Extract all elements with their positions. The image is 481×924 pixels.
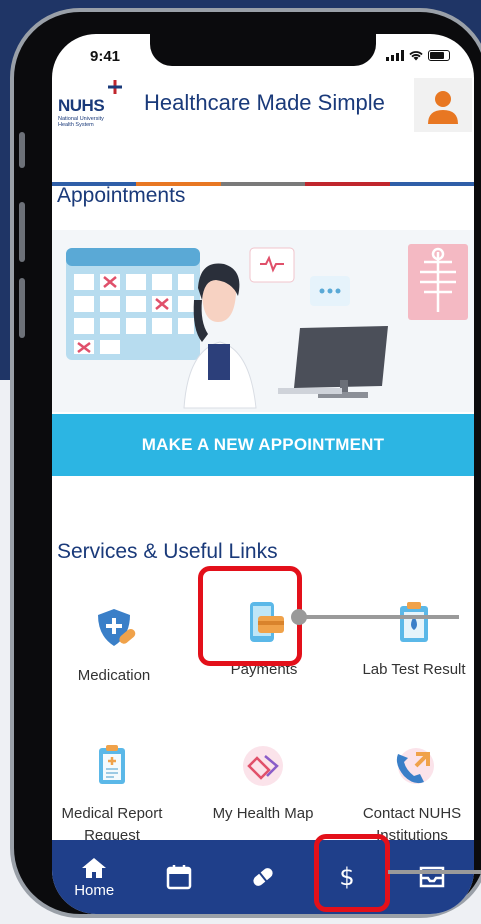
profile-avatar[interactable] [414, 78, 472, 132]
bottom-navigation: Home $ [52, 840, 474, 914]
payments-highlight-box [198, 566, 302, 666]
stripe-segment [389, 182, 474, 186]
wifi-icon [409, 51, 423, 61]
user-icon [428, 91, 458, 124]
logo-subtitle: National University Health System [58, 116, 104, 128]
make-appointment-button[interactable]: MAKE A NEW APPOINTMENT [52, 414, 474, 476]
nav-home-label: Home [74, 881, 115, 899]
stripe-segment [305, 182, 390, 186]
nav-medication[interactable] [221, 840, 305, 914]
service-medical-report-request[interactable]: Medical Report Request [52, 744, 182, 847]
dollar-nav-highlight-box [314, 834, 390, 912]
service-contact-nuhs[interactable]: Contact NUHS Institutions [342, 744, 474, 847]
doctor-illustration [66, 244, 468, 409]
status-icons [386, 50, 450, 61]
appointments-title: Appointments [57, 184, 186, 207]
calendar-icon [166, 865, 191, 890]
service-label: Lab Test Result [362, 661, 466, 678]
phone-frame: 9:41 NUHS National University Health Sys… [10, 8, 481, 918]
side-button [19, 202, 25, 262]
pill-icon [253, 868, 273, 886]
service-label: Medication [77, 667, 151, 684]
logo-cross-icon [108, 80, 122, 94]
service-label: My Health Map [212, 805, 314, 822]
service-lab-test-result[interactable]: Lab Test Result [344, 600, 474, 681]
home-icon [82, 857, 107, 878]
medical-report-icon [99, 745, 125, 784]
phone-notch [150, 34, 376, 66]
appointment-banner [52, 230, 474, 412]
contact-phone-icon [396, 748, 434, 784]
nav-inbox[interactable] [390, 840, 474, 914]
phone-screen: 9:41 NUHS National University Health Sys… [52, 34, 474, 914]
nav-appointments[interactable] [136, 840, 220, 914]
side-button [19, 278, 25, 338]
nuhs-logo[interactable]: NUHS National University Health System [58, 80, 128, 128]
inbox-icon [419, 866, 445, 888]
app-title: Healthcare Made Simple [144, 90, 385, 115]
health-map-icon [243, 746, 283, 786]
callout-line [299, 615, 459, 619]
status-time: 9:41 [90, 48, 121, 65]
services-title: Services & Useful Links [57, 540, 278, 563]
logo-text: NUHS [58, 96, 105, 115]
service-my-health-map[interactable]: My Health Map [193, 744, 333, 825]
side-button [19, 132, 25, 168]
app-header: NUHS National University Health System H… [52, 78, 474, 186]
signal-icon [386, 50, 404, 61]
stripe-segment [220, 182, 306, 186]
nav-home[interactable]: Home [52, 840, 136, 914]
medication-shield-icon [98, 609, 136, 646]
callout-line [388, 870, 481, 874]
lab-test-clipboard-icon [400, 602, 428, 642]
battery-icon [428, 50, 450, 61]
service-medication[interactable]: Medication [52, 606, 184, 687]
